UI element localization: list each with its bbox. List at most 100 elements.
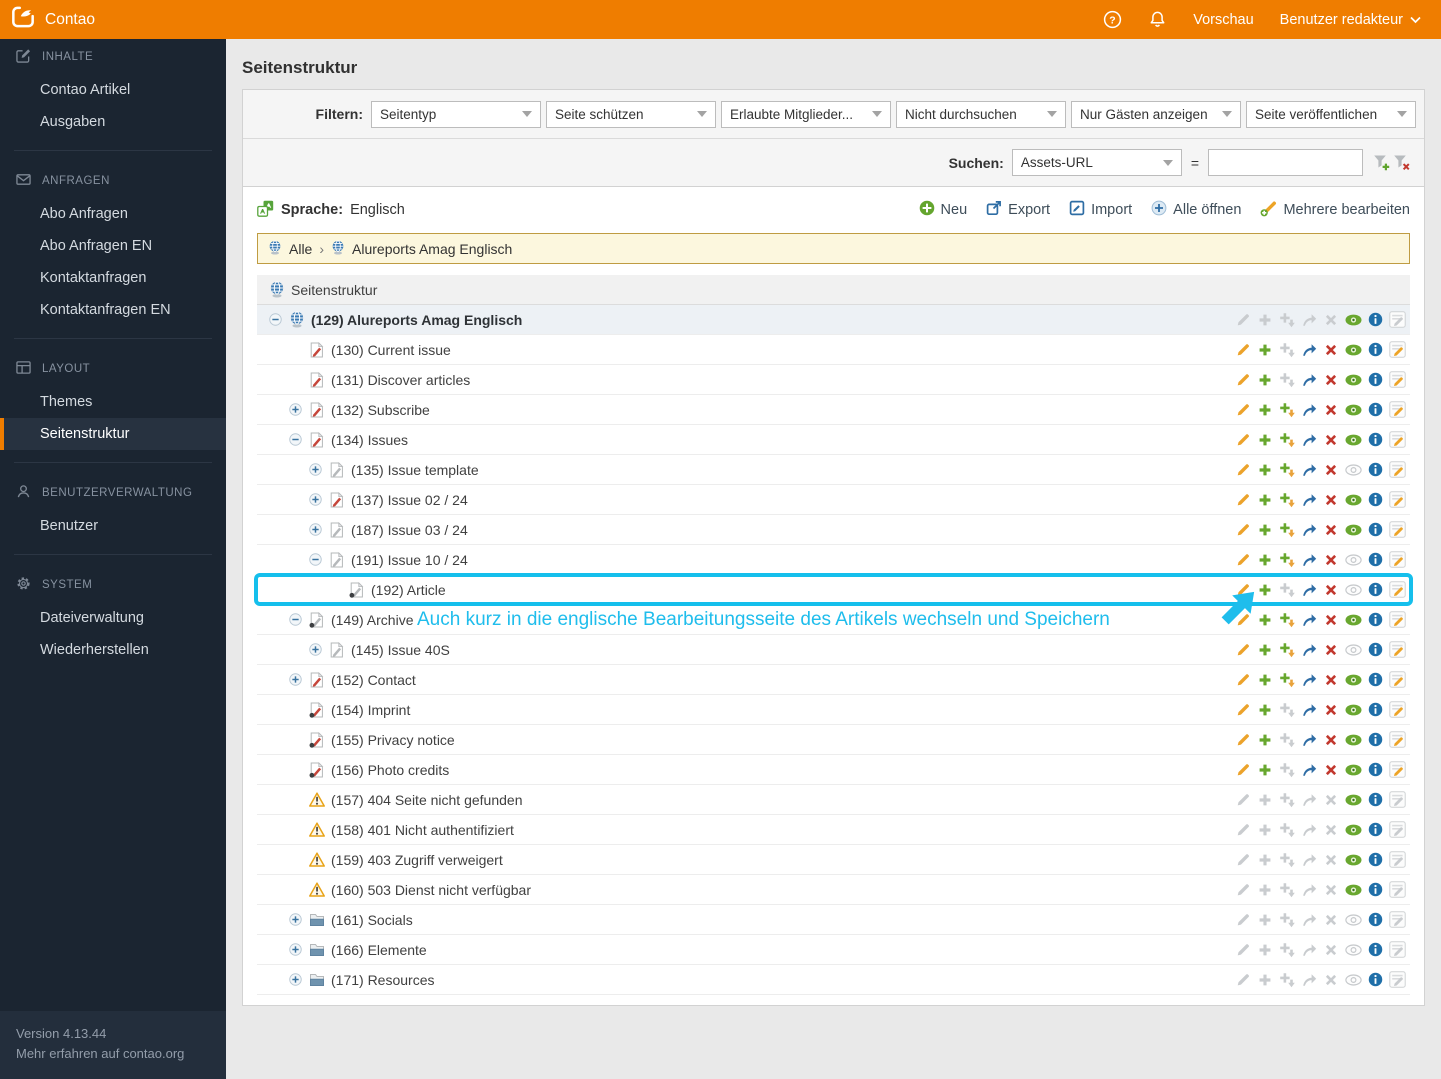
show-details-button[interactable] xyxy=(1366,671,1384,689)
move-page-button[interactable] xyxy=(1300,611,1318,629)
show-details-button[interactable] xyxy=(1366,401,1384,419)
sidebar-section-anfragen[interactable]: ANFRAGEN xyxy=(0,163,226,198)
show-details-button[interactable] xyxy=(1366,491,1384,509)
move-page-button[interactable] xyxy=(1300,761,1318,779)
toggle-visibility-button[interactable] xyxy=(1344,791,1362,809)
show-details-button[interactable] xyxy=(1366,881,1384,899)
edit-articles-button[interactable] xyxy=(1388,611,1406,629)
show-details-button[interactable] xyxy=(1366,761,1384,779)
move-page-button[interactable] xyxy=(1300,521,1318,539)
filter-select-4[interactable]: Nur Gästen anzeigen xyxy=(1071,100,1241,128)
show-details-button[interactable] xyxy=(1366,611,1384,629)
bell-icon[interactable] xyxy=(1148,10,1167,29)
sidebar-section-layout[interactable]: LAYOUT xyxy=(0,351,226,386)
search-input[interactable] xyxy=(1208,149,1363,176)
toggle-visibility-button[interactable] xyxy=(1344,371,1362,389)
toolbar-mehrere-bearbeiten-button[interactable]: Mehrere bearbeiten xyxy=(1260,200,1410,221)
move-page-button[interactable] xyxy=(1300,491,1318,509)
expand-toggle-icon[interactable] xyxy=(289,673,309,686)
edit-page-button[interactable] xyxy=(1234,521,1252,539)
sidebar-item-seitenstruktur[interactable]: Seitenstruktur xyxy=(0,418,226,450)
edit-articles-button[interactable] xyxy=(1388,521,1406,539)
delete-page-button[interactable] xyxy=(1322,431,1340,449)
new-page-button[interactable] xyxy=(1256,761,1274,779)
move-page-button[interactable] xyxy=(1300,731,1318,749)
delete-page-button[interactable] xyxy=(1322,521,1340,539)
edit-articles-button[interactable] xyxy=(1388,761,1406,779)
edit-articles-button[interactable] xyxy=(1388,731,1406,749)
add-filter-icon[interactable] xyxy=(1373,154,1390,171)
edit-page-button[interactable] xyxy=(1234,551,1252,569)
delete-page-button[interactable] xyxy=(1322,461,1340,479)
new-page-button[interactable] xyxy=(1256,731,1274,749)
paste-into-button[interactable] xyxy=(1278,521,1296,539)
sidebar-item-themes[interactable]: Themes xyxy=(0,386,226,418)
edit-page-button[interactable] xyxy=(1234,341,1252,359)
delete-page-button[interactable] xyxy=(1322,491,1340,509)
new-page-button[interactable] xyxy=(1256,521,1274,539)
edit-articles-button[interactable] xyxy=(1388,341,1406,359)
delete-page-button[interactable] xyxy=(1322,731,1340,749)
sidebar-item-abo-anfragen[interactable]: Abo Anfragen xyxy=(0,198,226,230)
sidebar-item-kontaktanfragen[interactable]: Kontaktanfragen xyxy=(0,262,226,294)
show-details-button[interactable] xyxy=(1366,431,1384,449)
collapse-toggle-icon[interactable] xyxy=(309,553,329,566)
contao-org-link[interactable]: Mehr erfahren auf contao.org xyxy=(16,1044,210,1064)
edit-page-button[interactable] xyxy=(1234,401,1252,419)
toggle-visibility-button[interactable] xyxy=(1344,311,1362,329)
delete-page-button[interactable] xyxy=(1322,701,1340,719)
new-page-button[interactable] xyxy=(1256,671,1274,689)
filter-select-2[interactable]: Erlaubte Mitglieder... xyxy=(721,100,891,128)
show-details-button[interactable] xyxy=(1366,941,1384,959)
edit-page-button[interactable] xyxy=(1234,431,1252,449)
edit-articles-button[interactable] xyxy=(1388,431,1406,449)
show-details-button[interactable] xyxy=(1366,851,1384,869)
show-details-button[interactable] xyxy=(1366,791,1384,809)
toggle-visibility-button[interactable] xyxy=(1344,671,1362,689)
new-page-button[interactable] xyxy=(1256,401,1274,419)
show-details-button[interactable] xyxy=(1366,551,1384,569)
toggle-visibility-button[interactable] xyxy=(1344,491,1362,509)
edit-page-button[interactable] xyxy=(1234,581,1252,599)
move-page-button[interactable] xyxy=(1300,341,1318,359)
toggle-visibility-button[interactable] xyxy=(1344,821,1362,839)
move-page-button[interactable] xyxy=(1300,431,1318,449)
language-value[interactable]: Englisch xyxy=(350,202,405,218)
toolbar-neu-button[interactable]: Neu xyxy=(919,200,967,220)
help-icon[interactable]: ? xyxy=(1103,10,1122,29)
move-page-button[interactable] xyxy=(1300,671,1318,689)
edit-articles-button[interactable] xyxy=(1388,401,1406,419)
filter-select-1[interactable]: Seite schützen xyxy=(546,100,716,128)
toggle-visibility-button[interactable] xyxy=(1344,431,1362,449)
paste-into-button[interactable] xyxy=(1278,611,1296,629)
move-page-button[interactable] xyxy=(1300,701,1318,719)
show-details-button[interactable] xyxy=(1366,461,1384,479)
paste-into-button[interactable] xyxy=(1278,491,1296,509)
edit-articles-button[interactable] xyxy=(1388,551,1406,569)
paste-into-button[interactable] xyxy=(1278,671,1296,689)
sidebar-item-contao-artikel[interactable]: Contao Artikel xyxy=(0,74,226,106)
sidebar-section-inhalte[interactable]: INHALTE xyxy=(0,39,226,74)
collapse-toggle-icon[interactable] xyxy=(289,613,309,626)
edit-articles-button[interactable] xyxy=(1388,641,1406,659)
delete-page-button[interactable] xyxy=(1322,551,1340,569)
user-menu[interactable]: Benutzer redakteur xyxy=(1280,12,1421,28)
reset-filter-icon[interactable] xyxy=(1393,154,1410,171)
new-page-button[interactable] xyxy=(1256,491,1274,509)
sidebar-item-wiederherstellen[interactable]: Wiederherstellen xyxy=(0,634,226,666)
show-details-button[interactable] xyxy=(1366,821,1384,839)
delete-page-button[interactable] xyxy=(1322,641,1340,659)
toolbar-import-button[interactable]: Import xyxy=(1069,200,1132,220)
toggle-visibility-button[interactable] xyxy=(1344,641,1362,659)
edit-page-button[interactable] xyxy=(1234,641,1252,659)
sidebar-item-abo-anfragen-en[interactable]: Abo Anfragen EN xyxy=(0,230,226,262)
toggle-visibility-button[interactable] xyxy=(1344,521,1362,539)
sidebar-section-benutzerverwaltung[interactable]: BENUTZERVERWALTUNG xyxy=(0,475,226,510)
paste-into-button[interactable] xyxy=(1278,641,1296,659)
edit-articles-button[interactable] xyxy=(1388,671,1406,689)
sidebar-section-system[interactable]: SYSTEM xyxy=(0,567,226,602)
edit-articles-button[interactable] xyxy=(1388,371,1406,389)
show-details-button[interactable] xyxy=(1366,341,1384,359)
delete-page-button[interactable] xyxy=(1322,671,1340,689)
edit-page-button[interactable] xyxy=(1234,461,1252,479)
